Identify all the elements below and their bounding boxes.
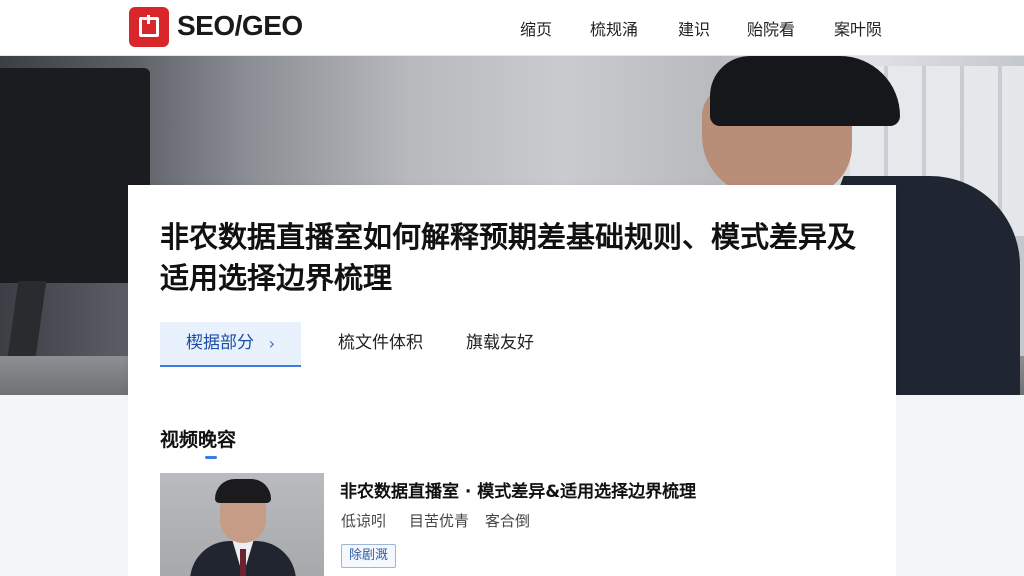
logo-icon[interactable] — [129, 7, 169, 47]
tab-data-section-label: 楔据部分 — [186, 333, 254, 353]
section-title: 视频晚容 — [160, 429, 237, 451]
video-meta-3: 客合倒 — [485, 512, 531, 530]
video-meta-1: 低谅吲 — [341, 512, 387, 530]
video-title[interactable]: 非农数据直播室 · 模式差异&适用选择边界梳理 — [340, 477, 880, 502]
nav-item-cases[interactable]: 案叶陨 — [834, 16, 882, 40]
nav-item-watch[interactable]: 贻院看 — [747, 16, 795, 40]
video-thumbnail[interactable] — [160, 473, 324, 576]
nav-item-home[interactable]: 缩页 — [520, 16, 552, 40]
article-header-card: 非农数据直播室如何解释预期差基础规则、模式差异及适用选择边界梳理 楔据部分 › … — [128, 185, 896, 396]
top-nav-bar: SEO/GEO 缩页 梳规涌 建识 贻院看 案叶陨 — [0, 0, 1024, 56]
brand-name[interactable]: SEO/GEO — [177, 10, 303, 42]
main-nav: 缩页 梳规涌 建识 贻院看 案叶陨 — [500, 16, 900, 40]
video-meta-2: 目苦优青 — [409, 512, 470, 530]
section-title-underline — [205, 456, 217, 459]
tab-file-size[interactable]: 梳文件体积 — [338, 322, 423, 367]
video-tag-badge[interactable]: 除剧溉 — [341, 544, 397, 568]
chevron-right-icon: › — [268, 334, 275, 353]
nav-item-rules[interactable]: 梳规涌 — [590, 16, 638, 40]
page-title: 非农数据直播室如何解释预期差基础规则、模式差异及适用选择边界梳理 — [160, 220, 857, 295]
tab-friendly[interactable]: 旗载友好 — [466, 322, 534, 367]
nav-item-advice[interactable]: 建识 — [678, 16, 710, 40]
tab-data-section[interactable]: 楔据部分 › — [160, 322, 301, 367]
video-content-section: 视频晚容 非农数据直播室 · 模式差异&适用选择边界梳理 低谅吲 目苦优青 客合… — [128, 396, 896, 576]
